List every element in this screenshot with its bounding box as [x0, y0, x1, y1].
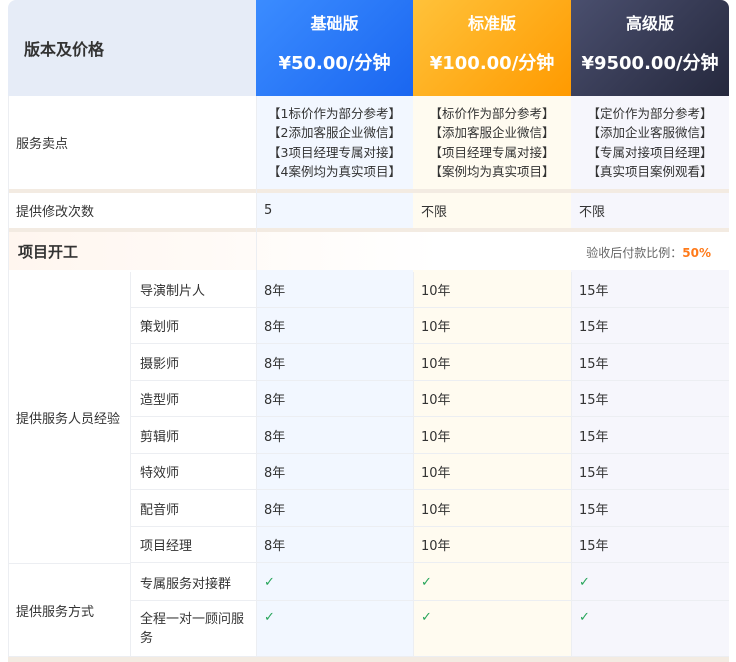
service-mode-name: 全程一对一顾问服务	[140, 611, 245, 646]
payment-ratio-value: 50%	[682, 246, 711, 260]
years-advanced: 15年	[579, 503, 609, 518]
years-standard: 10年	[421, 539, 451, 554]
selling-point: 【4案例均为真实项目】	[268, 164, 401, 179]
role-name: 配音师	[140, 503, 180, 518]
service-mode-group-label: 提供服务方式	[8, 564, 131, 657]
experience-group-label: 提供服务人员经验	[8, 272, 131, 564]
pricing-table: 版本及价格 基础版 ¥50.00/分钟 标准版 ¥100.00/分钟 高级版 ¥…	[0, 0, 736, 662]
experience-row: 摄影师 8年 10年 15年	[131, 345, 729, 381]
role-name: 导演制片人	[140, 284, 206, 299]
check-icon: ✓	[264, 574, 275, 590]
standard-selling-points: 【标价作为部分参考】 【添加客服企业微信】 【项目经理专属对接】 【案例均为真实…	[413, 96, 571, 189]
years-standard: 10年	[421, 503, 451, 518]
years-standard: 10年	[421, 430, 451, 445]
years-standard: 10年	[421, 284, 451, 299]
revisions-label: 提供修改次数	[16, 205, 95, 220]
experience-row: 策划师 8年 10年 15年	[131, 308, 729, 344]
revisions-advanced: 不限	[579, 205, 606, 220]
check-icon: ✓	[579, 610, 590, 625]
selling-point: 【案例均为真实项目】	[429, 164, 555, 179]
years-advanced: 15年	[579, 393, 609, 408]
plan-price: ¥50.00/分钟	[278, 53, 391, 74]
selling-points-label: 服务卖点	[16, 137, 69, 152]
selling-point: 【专属对接项目经理】	[587, 144, 713, 160]
column-divider	[413, 272, 414, 657]
experience-row: 导演制片人 8年 10年 15年	[131, 272, 729, 308]
selling-point: 【真实项目案例观看】	[587, 164, 713, 179]
years-basic: 8年	[264, 539, 286, 554]
experience-row: 特效师 8年 10年 15年	[131, 454, 729, 490]
selling-point: 【添加客服企业微信】	[429, 125, 555, 140]
plan-name: 高级版	[625, 14, 674, 33]
section-title: 项目开工	[18, 243, 79, 261]
years-standard: 10年	[421, 393, 451, 408]
revisions-standard: 不限	[421, 205, 448, 220]
years-advanced: 15年	[579, 284, 609, 299]
section-project-start: 项目开工 验收后付款比例：50%	[8, 232, 729, 270]
plan-basic-header[interactable]: 基础版 ¥50.00/分钟	[256, 0, 413, 96]
selling-point: 【项目经理专属对接】	[429, 144, 555, 160]
plan-name: 基础版	[310, 14, 359, 33]
revisions-basic: 5	[264, 203, 273, 218]
selling-point: 【添加企业客服微信】	[587, 125, 713, 140]
years-basic: 8年	[264, 320, 286, 335]
years-standard: 10年	[421, 320, 451, 335]
table-left-border	[8, 96, 9, 657]
revisions-row: 提供修改次数 5 不限 不限	[8, 193, 729, 228]
row-separator	[8, 657, 729, 662]
role-name: 特效师	[140, 466, 180, 481]
experience-row: 剪辑师 8年 10年 15年	[131, 418, 729, 454]
service-mode-row: 全程一对一顾问服务 ✓ ✓ ✓	[131, 601, 729, 657]
experience-row: 项目经理 8年 10年 15年	[131, 527, 729, 563]
plan-price: ¥9500.00/分钟	[581, 53, 719, 74]
payment-ratio-label: 验收后付款比例：	[586, 246, 683, 260]
selling-point: 【标价作为部分参考】	[429, 105, 555, 121]
role-name: 项目经理	[140, 539, 193, 554]
years-advanced: 15年	[579, 357, 609, 372]
check-icon: ✓	[264, 610, 275, 625]
years-basic: 8年	[264, 466, 286, 481]
years-basic: 8年	[264, 430, 286, 445]
check-icon: ✓	[421, 610, 432, 625]
years-advanced: 15年	[579, 430, 609, 445]
years-advanced: 15年	[579, 320, 609, 335]
years-advanced: 15年	[579, 539, 609, 554]
years-basic: 8年	[264, 393, 286, 408]
check-icon: ✓	[421, 574, 432, 590]
selling-point: 【3项目经理专属对接】	[268, 144, 401, 160]
plan-price: ¥100.00/分钟	[429, 53, 555, 74]
years-basic: 8年	[264, 284, 286, 299]
role-name: 策划师	[140, 320, 180, 335]
payment-ratio-note: 验收后付款比例：50%	[586, 244, 711, 261]
column-divider	[256, 96, 257, 657]
basic-selling-points: 【1标价作为部分参考】 【2添加客服企业微信】 【3项目经理专属对接】 【4案例…	[256, 96, 413, 189]
years-basic: 8年	[264, 503, 286, 518]
plan-standard-header[interactable]: 标准版 ¥100.00/分钟	[413, 0, 571, 96]
experience-row: 配音师 8年 10年 15年	[131, 491, 729, 527]
years-standard: 10年	[421, 466, 451, 481]
advanced-selling-points: 【定价作为部分参考】 【添加企业客服微信】 【专属对接项目经理】 【真实项目案例…	[571, 96, 729, 189]
selling-point: 【定价作为部分参考】	[587, 105, 713, 121]
years-basic: 8年	[264, 357, 286, 372]
check-icon: ✓	[579, 574, 590, 590]
role-name: 造型师	[140, 393, 180, 408]
header-label: 版本及价格	[8, 0, 256, 96]
years-standard: 10年	[421, 357, 451, 372]
column-divider	[571, 272, 572, 657]
service-mode-row: 专属服务对接群 ✓ ✓ ✓	[131, 564, 729, 601]
plan-advanced-header[interactable]: 高级版 ¥9500.00/分钟	[571, 0, 729, 96]
years-advanced: 15年	[579, 466, 609, 481]
selling-point: 【2添加客服企业微信】	[268, 125, 401, 140]
role-name: 摄影师	[140, 357, 180, 372]
experience-row: 造型师 8年 10年 15年	[131, 381, 729, 417]
service-mode-name: 专属服务对接群	[140, 576, 232, 592]
selling-point: 【1标价作为部分参考】	[268, 105, 401, 121]
selling-points-row: 服务卖点 【1标价作为部分参考】 【2添加客服企业微信】 【3项目经理专属对接】…	[8, 96, 729, 189]
role-name: 剪辑师	[140, 430, 180, 445]
plan-name: 标准版	[467, 14, 516, 33]
